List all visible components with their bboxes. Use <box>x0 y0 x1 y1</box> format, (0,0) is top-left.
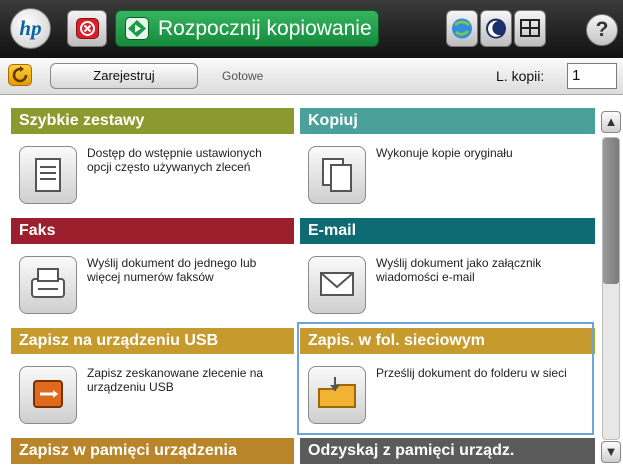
tile-header-quick-sets[interactable]: Szybkie zestawy <box>11 108 294 134</box>
refresh-icon <box>12 66 28 83</box>
chevron-down-icon: ▼ <box>604 444 618 459</box>
sign-in-button[interactable]: Zarejestruj <box>50 63 198 89</box>
chevron-up-icon: ▲ <box>604 114 618 129</box>
network-button[interactable] <box>446 10 478 47</box>
tile-desc: Zapisz zeskanowane zlecenie na urządzeni… <box>87 366 264 394</box>
start-copy-label: Rozpocznij kopiowanie <box>158 17 372 40</box>
start-copy-button[interactable]: Rozpocznij kopiowanie <box>115 10 379 47</box>
tile-header-save-memory[interactable]: Zapisz w pamięci urządzenia <box>11 438 294 464</box>
selected-tile-highlight <box>297 322 594 435</box>
usb-icon <box>19 366 77 424</box>
scrollbar-thumb[interactable] <box>603 138 619 284</box>
start-icon <box>125 17 149 40</box>
sleep-icon <box>486 18 506 39</box>
layout-button[interactable] <box>514 10 546 47</box>
scrollbar-track[interactable] <box>602 137 620 440</box>
help-icon: ? <box>595 18 609 41</box>
tile-header-email[interactable]: E-mail <box>300 218 595 244</box>
email-icon <box>308 256 366 314</box>
tile-desc: Wyślij dokument do jednego lub więcej nu… <box>87 256 257 284</box>
copies-input[interactable]: 1 <box>567 63 617 89</box>
sleep-button[interactable] <box>480 10 512 47</box>
refresh-button[interactable] <box>8 64 32 86</box>
tile-fax[interactable]: Wyślij dokument do jednego lub więcej nu… <box>11 244 294 323</box>
tile-header-retrieve-memory[interactable]: Odzyskaj z pamięci urządz. <box>300 438 595 464</box>
tile-save-usb[interactable]: Zapisz zeskanowane zlecenie na urządzeni… <box>11 354 294 433</box>
stop-icon <box>76 18 99 39</box>
hp-logo[interactable]: hp <box>10 8 51 49</box>
tile-desc: Wyślij dokument jako załącznik wiadomośc… <box>376 256 542 284</box>
help-button[interactable]: ? <box>586 14 618 46</box>
copies-label: L. kopii: <box>496 68 545 84</box>
tile-desc: Dostęp do wstępnie ustawionych opcji czę… <box>87 146 262 174</box>
fax-icon <box>19 256 77 314</box>
quick-sets-icon <box>19 146 77 204</box>
copy-icon <box>308 146 366 204</box>
tile-email[interactable]: Wyślij dokument jako załącznik wiadomośc… <box>300 244 595 323</box>
status-bar: Zarejestruj Gotowe L. kopii: 1 <box>0 58 623 95</box>
status-text: Gotowe <box>222 69 264 83</box>
scroll-up-button[interactable]: ▲ <box>601 111 621 133</box>
top-toolbar: hp Rozpocznij kopiowanie ? <box>0 0 623 58</box>
tile-header-save-usb[interactable]: Zapisz na urządzeniu USB <box>11 328 294 354</box>
stop-button[interactable] <box>67 10 107 47</box>
tile-header-fax[interactable]: Faks <box>11 218 294 244</box>
layout-icon <box>520 19 540 37</box>
tile-desc: Wykonuje kopie oryginału <box>376 146 513 160</box>
tile-quick-sets[interactable]: Dostęp do wstępnie ustawionych opcji czę… <box>11 134 294 213</box>
network-icon <box>452 18 472 39</box>
tile-header-copy[interactable]: Kopiuj <box>300 108 595 134</box>
tile-copy[interactable]: Wykonuje kopie oryginału <box>300 134 595 213</box>
scroll-down-button[interactable]: ▼ <box>601 441 621 463</box>
